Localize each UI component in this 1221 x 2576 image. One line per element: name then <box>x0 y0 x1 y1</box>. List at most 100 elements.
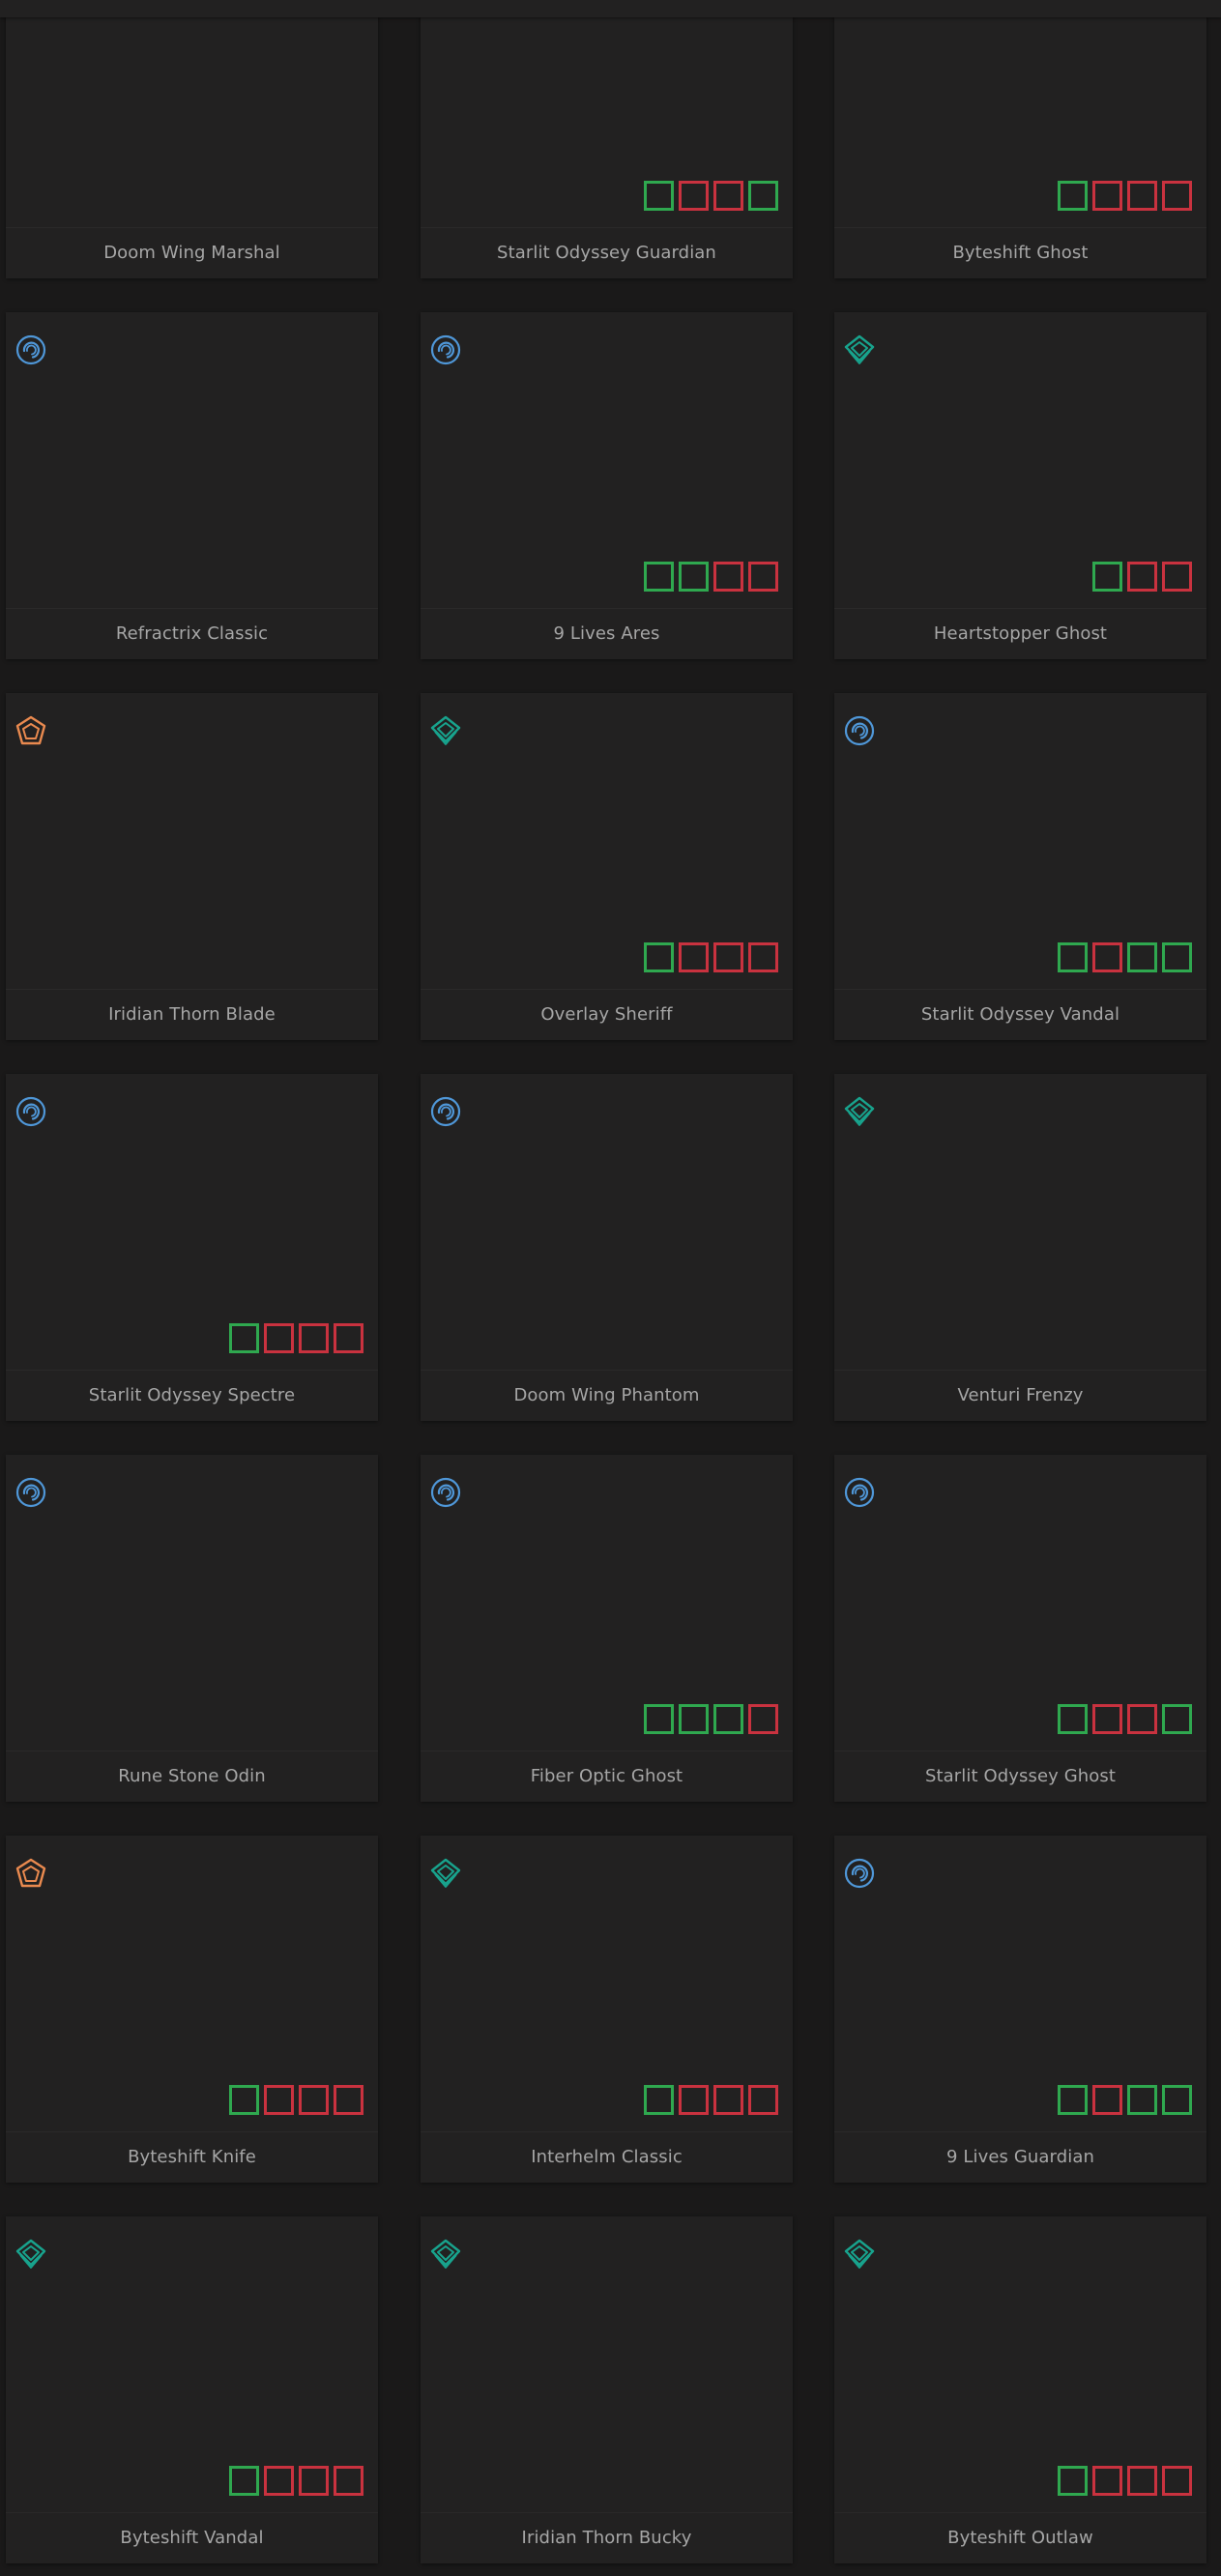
skin-card[interactable]: 9 Lives Ares <box>421 312 793 659</box>
level-locked-square <box>1162 562 1192 592</box>
level-indicators <box>1058 942 1192 972</box>
level-locked-square <box>713 562 743 592</box>
level-indicators <box>644 942 778 972</box>
level-unlocked-square <box>1092 562 1122 592</box>
level-unlocked-square <box>1127 2085 1157 2115</box>
teal-diamond-icon <box>843 2238 876 2271</box>
skin-card[interactable]: Starlit Odyssey Vandal <box>834 693 1206 1040</box>
level-unlocked-square <box>1058 942 1088 972</box>
skin-card[interactable]: Fiber Optic Ghost <box>421 1455 793 1802</box>
level-locked-square <box>264 2085 294 2115</box>
skin-card[interactable]: Byteshift Ghost <box>834 0 1206 278</box>
level-locked-square <box>748 2085 778 2115</box>
teal-diamond-icon <box>429 714 462 747</box>
level-locked-square <box>299 2085 329 2115</box>
level-locked-square <box>299 1323 329 1353</box>
level-locked-square <box>1092 942 1122 972</box>
skin-name: Starlit Odyssey Ghost <box>924 1766 1117 1786</box>
level-unlocked-square <box>229 2085 259 2115</box>
level-unlocked-square <box>1162 1704 1192 1734</box>
teal-diamond-icon <box>429 1857 462 1890</box>
level-indicators <box>644 1704 778 1734</box>
level-unlocked-square <box>644 1704 674 1734</box>
level-indicators <box>1058 181 1192 211</box>
skin-name: Overlay Sheriff <box>540 1004 673 1025</box>
level-locked-square <box>1162 181 1192 211</box>
blue-swirl-icon <box>843 714 876 747</box>
skin-name: Doom Wing Phantom <box>513 1385 700 1405</box>
skin-card[interactable]: Starlit Odyssey Ghost <box>834 1455 1206 1802</box>
skin-name: Starlit Odyssey Guardian <box>497 243 716 263</box>
top-bar <box>0 0 1221 17</box>
level-locked-square <box>299 2466 329 2496</box>
skin-name: Interhelm Classic <box>531 2147 683 2167</box>
level-locked-square <box>264 1323 294 1353</box>
level-locked-square <box>679 942 709 972</box>
skin-card[interactable]: Starlit Odyssey Guardian <box>421 0 793 278</box>
skin-name: Byteshift Knife <box>128 2147 256 2167</box>
skin-card[interactable]: Iridian Thorn Bucky <box>421 2216 793 2563</box>
skin-name: Venturi Frenzy <box>957 1385 1084 1405</box>
level-locked-square <box>713 181 743 211</box>
skin-card[interactable]: Iridian Thorn Blade <box>6 693 378 1040</box>
level-indicators <box>229 1323 363 1353</box>
skin-name: Byteshift Ghost <box>952 243 1089 263</box>
skin-card[interactable]: Rune Stone Odin <box>6 1455 378 1802</box>
blue-swirl-icon <box>429 333 462 366</box>
level-locked-square <box>1127 181 1157 211</box>
blue-swirl-icon <box>15 333 47 366</box>
level-unlocked-square <box>644 942 674 972</box>
skin-name: Fiber Optic Ghost <box>530 1766 683 1786</box>
level-locked-square <box>334 2466 363 2496</box>
level-indicators <box>1058 1704 1192 1734</box>
skin-card[interactable]: 9 Lives Guardian <box>834 1836 1206 2183</box>
level-unlocked-square <box>1058 2085 1088 2115</box>
level-locked-square <box>1127 562 1157 592</box>
level-locked-square <box>1162 2466 1192 2496</box>
skin-card[interactable]: Interhelm Classic <box>421 1836 793 2183</box>
skin-card[interactable]: Overlay Sheriff <box>421 693 793 1040</box>
level-unlocked-square <box>679 562 709 592</box>
level-locked-square <box>1127 1704 1157 1734</box>
skin-name: Refractrix Classic <box>115 623 269 644</box>
skin-card[interactable]: Doom Wing Phantom <box>421 1074 793 1421</box>
skin-name: Doom Wing Marshal <box>103 243 280 263</box>
level-unlocked-square <box>229 1323 259 1353</box>
level-locked-square <box>1092 181 1122 211</box>
skin-name: Iridian Thorn Bucky <box>521 2528 692 2548</box>
level-indicators <box>644 562 778 592</box>
skin-card[interactable]: Byteshift Knife <box>6 1836 378 2183</box>
skin-name: 9 Lives Guardian <box>946 2147 1094 2167</box>
level-indicators <box>1058 2466 1192 2496</box>
blue-swirl-icon <box>15 1095 47 1128</box>
skin-name: Byteshift Outlaw <box>947 2528 1093 2548</box>
level-locked-square <box>334 1323 363 1353</box>
teal-diamond-icon <box>15 2238 47 2271</box>
level-indicators <box>644 181 778 211</box>
level-indicators <box>229 2466 363 2496</box>
level-indicators <box>229 2085 363 2115</box>
skin-card[interactable]: Refractrix Classic <box>6 312 378 659</box>
blue-swirl-icon <box>15 1476 47 1509</box>
skin-card[interactable]: Byteshift Outlaw <box>834 2216 1206 2563</box>
level-locked-square <box>713 942 743 972</box>
level-locked-square <box>679 2085 709 2115</box>
skin-card[interactable]: Heartstopper Ghost <box>834 312 1206 659</box>
teal-diamond-icon <box>429 2238 462 2271</box>
skin-card[interactable]: Venturi Frenzy <box>834 1074 1206 1421</box>
blue-swirl-icon <box>429 1095 462 1128</box>
skin-name: Rune Stone Odin <box>118 1766 266 1786</box>
level-locked-square <box>264 2466 294 2496</box>
skin-card[interactable]: Byteshift Vandal <box>6 2216 378 2563</box>
level-locked-square <box>1092 1704 1122 1734</box>
level-unlocked-square <box>1127 942 1157 972</box>
skin-card[interactable]: Doom Wing Marshal <box>6 0 378 278</box>
level-unlocked-square <box>644 2085 674 2115</box>
level-unlocked-square <box>1162 2085 1192 2115</box>
level-indicators <box>644 2085 778 2115</box>
blue-swirl-icon <box>843 1476 876 1509</box>
level-unlocked-square <box>1058 181 1088 211</box>
skin-card[interactable]: Starlit Odyssey Spectre <box>6 1074 378 1421</box>
level-unlocked-square <box>1058 1704 1088 1734</box>
level-unlocked-square <box>748 181 778 211</box>
